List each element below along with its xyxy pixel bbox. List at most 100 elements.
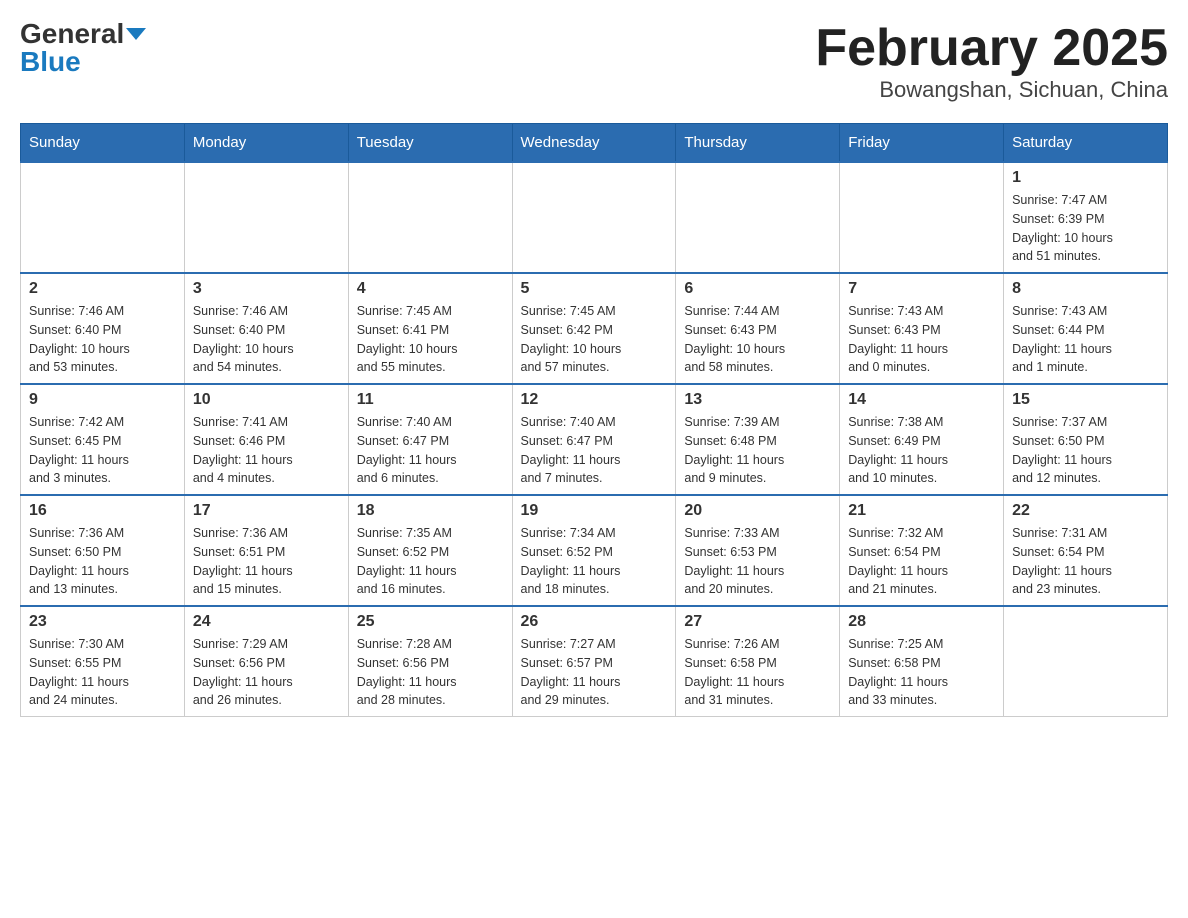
week-row-1: 1 Sunrise: 7:47 AMSunset: 6:39 PMDaylight… [21, 162, 1168, 273]
calendar-cell: 12Sunrise: 7:40 AMSunset: 6:47 PMDayligh… [512, 384, 676, 495]
calendar-cell [21, 162, 185, 273]
day-number: 17 [193, 502, 340, 520]
day-number: 24 [193, 613, 340, 631]
title-area: February 2025 Bowangshan, Sichuan, China [815, 20, 1168, 103]
day-number: 2 [29, 280, 176, 298]
calendar-cell [676, 162, 840, 273]
logo-general-text: General [20, 20, 124, 48]
day-info: Sunrise: 7:40 AMSunset: 6:47 PMDaylight:… [521, 413, 668, 488]
week-row-2: 2 Sunrise: 7:46 AMSunset: 6:40 PMDaylight… [21, 273, 1168, 384]
calendar-cell [1004, 606, 1168, 717]
day-info: Sunrise: 7:41 AMSunset: 6:46 PMDaylight:… [193, 413, 340, 488]
day-number: 21 [848, 502, 995, 520]
day-number: 23 [29, 613, 176, 631]
day-info: Sunrise: 7:43 AMSunset: 6:44 PMDaylight:… [1012, 302, 1159, 377]
page-header: General Blue February 2025 Bowangshan, S… [20, 20, 1168, 103]
day-number: 8 [1012, 280, 1159, 298]
calendar-cell: 25 Sunrise: 7:28 AMSunset: 6:56 PMDayligh… [348, 606, 512, 717]
day-number: 26 [521, 613, 668, 631]
calendar-cell: 27 Sunrise: 7:26 AMSunset: 6:58 PMDayligh… [676, 606, 840, 717]
day-number: 11 [357, 391, 504, 409]
day-number: 27 [684, 613, 831, 631]
day-info: Sunrise: 7:45 AMSunset: 6:41 PMDaylight:… [357, 302, 504, 377]
day-number: 20 [684, 502, 831, 520]
day-number: 13 [684, 391, 831, 409]
calendar-cell: 2 Sunrise: 7:46 AMSunset: 6:40 PMDaylight… [21, 273, 185, 384]
day-info: Sunrise: 7:45 AMSunset: 6:42 PMDaylight:… [521, 302, 668, 377]
calendar-cell: 28 Sunrise: 7:25 AMSunset: 6:58 PMDayligh… [840, 606, 1004, 717]
logo: General Blue [20, 20, 146, 76]
day-number: 1 [1012, 169, 1159, 187]
week-row-4: 16 Sunrise: 7:36 AMSunset: 6:50 PMDayligh… [21, 495, 1168, 606]
day-header-thursday: Thursday [676, 124, 840, 163]
day-info: Sunrise: 7:34 AMSunset: 6:52 PMDaylight:… [521, 524, 668, 599]
day-header-monday: Monday [184, 124, 348, 163]
day-info: Sunrise: 7:46 AMSunset: 6:40 PMDaylight:… [29, 302, 176, 377]
calendar-table: SundayMondayTuesdayWednesdayThursdayFrid… [20, 123, 1168, 717]
day-number: 28 [848, 613, 995, 631]
calendar-cell: 21 Sunrise: 7:32 AMSunset: 6:54 PMDayligh… [840, 495, 1004, 606]
week-row-3: 9 Sunrise: 7:42 AMSunset: 6:45 PMDaylight… [21, 384, 1168, 495]
day-info: Sunrise: 7:28 AMSunset: 6:56 PMDaylight:… [357, 635, 504, 710]
day-header-friday: Friday [840, 124, 1004, 163]
day-info: Sunrise: 7:35 AMSunset: 6:52 PMDaylight:… [357, 524, 504, 599]
day-info: Sunrise: 7:29 AMSunset: 6:56 PMDaylight:… [193, 635, 340, 710]
calendar-header-row: SundayMondayTuesdayWednesdayThursdayFrid… [21, 124, 1168, 163]
calendar-cell: 8 Sunrise: 7:43 AMSunset: 6:44 PMDaylight… [1004, 273, 1168, 384]
month-title: February 2025 [815, 20, 1168, 77]
calendar-cell: 17Sunrise: 7:36 AMSunset: 6:51 PMDayligh… [184, 495, 348, 606]
calendar-cell: 14 Sunrise: 7:38 AMSunset: 6:49 PMDayligh… [840, 384, 1004, 495]
calendar-cell: 10 Sunrise: 7:41 AMSunset: 6:46 PMDayligh… [184, 384, 348, 495]
day-info: Sunrise: 7:31 AMSunset: 6:54 PMDaylight:… [1012, 524, 1159, 599]
calendar-cell: 4 Sunrise: 7:45 AMSunset: 6:41 PMDaylight… [348, 273, 512, 384]
calendar-cell [840, 162, 1004, 273]
calendar-cell: 23 Sunrise: 7:30 AMSunset: 6:55 PMDayligh… [21, 606, 185, 717]
calendar-cell: 22 Sunrise: 7:31 AMSunset: 6:54 PMDayligh… [1004, 495, 1168, 606]
day-info: Sunrise: 7:30 AMSunset: 6:55 PMDaylight:… [29, 635, 176, 710]
logo-blue-text: Blue [20, 48, 81, 76]
day-number: 9 [29, 391, 176, 409]
day-number: 14 [848, 391, 995, 409]
day-number: 3 [193, 280, 340, 298]
day-info: Sunrise: 7:42 AMSunset: 6:45 PMDaylight:… [29, 413, 176, 488]
day-number: 25 [357, 613, 504, 631]
day-info: Sunrise: 7:26 AMSunset: 6:58 PMDaylight:… [684, 635, 831, 710]
day-info: Sunrise: 7:32 AMSunset: 6:54 PMDaylight:… [848, 524, 995, 599]
day-number: 7 [848, 280, 995, 298]
day-info: Sunrise: 7:37 AMSunset: 6:50 PMDaylight:… [1012, 413, 1159, 488]
day-info: Sunrise: 7:47 AMSunset: 6:39 PMDaylight:… [1012, 191, 1159, 266]
day-info: Sunrise: 7:46 AMSunset: 6:40 PMDaylight:… [193, 302, 340, 377]
calendar-cell: 26 Sunrise: 7:27 AMSunset: 6:57 PMDayligh… [512, 606, 676, 717]
calendar-cell: 1 Sunrise: 7:47 AMSunset: 6:39 PMDaylight… [1004, 162, 1168, 273]
day-info: Sunrise: 7:25 AMSunset: 6:58 PMDaylight:… [848, 635, 995, 710]
day-info: Sunrise: 7:40 AMSunset: 6:47 PMDaylight:… [357, 413, 504, 488]
day-number: 19 [521, 502, 668, 520]
day-number: 5 [521, 280, 668, 298]
day-number: 22 [1012, 502, 1159, 520]
calendar-cell [348, 162, 512, 273]
day-info: Sunrise: 7:38 AMSunset: 6:49 PMDaylight:… [848, 413, 995, 488]
day-info: Sunrise: 7:27 AMSunset: 6:57 PMDaylight:… [521, 635, 668, 710]
day-number: 6 [684, 280, 831, 298]
calendar-cell [184, 162, 348, 273]
day-header-saturday: Saturday [1004, 124, 1168, 163]
day-info: Sunrise: 7:43 AMSunset: 6:43 PMDaylight:… [848, 302, 995, 377]
calendar-cell: 3 Sunrise: 7:46 AMSunset: 6:40 PMDaylight… [184, 273, 348, 384]
day-info: Sunrise: 7:44 AMSunset: 6:43 PMDaylight:… [684, 302, 831, 377]
day-number: 18 [357, 502, 504, 520]
calendar-cell: 5 Sunrise: 7:45 AMSunset: 6:42 PMDaylight… [512, 273, 676, 384]
calendar-cell [512, 162, 676, 273]
calendar-cell: 7 Sunrise: 7:43 AMSunset: 6:43 PMDaylight… [840, 273, 1004, 384]
day-header-sunday: Sunday [21, 124, 185, 163]
calendar-cell: 24 Sunrise: 7:29 AMSunset: 6:56 PMDayligh… [184, 606, 348, 717]
calendar-cell: 9 Sunrise: 7:42 AMSunset: 6:45 PMDaylight… [21, 384, 185, 495]
calendar-cell: 6 Sunrise: 7:44 AMSunset: 6:43 PMDaylight… [676, 273, 840, 384]
day-number: 16 [29, 502, 176, 520]
day-info: Sunrise: 7:36 AMSunset: 6:50 PMDaylight:… [29, 524, 176, 599]
day-info: Sunrise: 7:33 AMSunset: 6:53 PMDaylight:… [684, 524, 831, 599]
day-number: 4 [357, 280, 504, 298]
calendar-cell: 11 Sunrise: 7:40 AMSunset: 6:47 PMDayligh… [348, 384, 512, 495]
day-number: 10 [193, 391, 340, 409]
day-info: Sunrise: 7:39 AMSunset: 6:48 PMDaylight:… [684, 413, 831, 488]
day-header-wednesday: Wednesday [512, 124, 676, 163]
